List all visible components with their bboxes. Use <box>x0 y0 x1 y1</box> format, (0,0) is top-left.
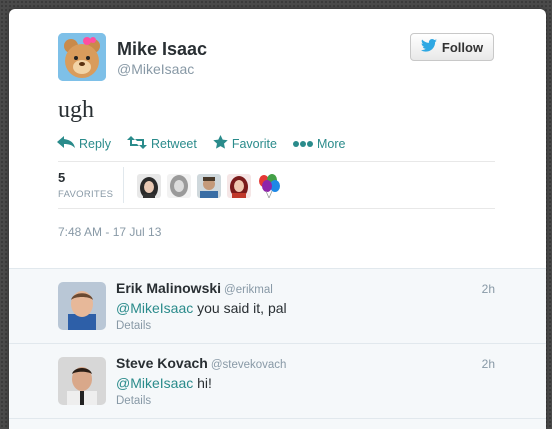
replies-section: Erik Malinowski @erikmal 2h @MikeIsaac yo… <box>9 268 546 429</box>
more-label: More <box>316 136 346 151</box>
divider <box>58 161 495 162</box>
favoriter-avatar[interactable] <box>257 174 281 198</box>
twitter-bird-icon <box>420 39 437 55</box>
reply-item[interactable]: Erik Malinowski @erikmal 2h @MikeIsaac yo… <box>9 269 546 344</box>
retweet-label: Retweet <box>150 136 197 151</box>
favorites-count[interactable]: 5 <box>58 170 65 185</box>
favoriter-avatar[interactable] <box>197 174 221 198</box>
reply-arrow-icon <box>57 136 75 151</box>
divider <box>58 208 495 209</box>
follow-label: Follow <box>441 39 484 55</box>
reply-author-name[interactable]: Steve Kovach <box>116 355 208 371</box>
reply-time[interactable]: 2h <box>482 357 495 371</box>
author-handle[interactable]: @MikeIsaac <box>117 61 194 77</box>
tweet-timestamp: 7:48 AM - 17 Jul 13 <box>58 225 162 239</box>
reply-text: @MikeIsaac hi! <box>116 375 212 391</box>
follow-button[interactable]: Follow <box>410 33 494 61</box>
reply-body: you said it, pal <box>193 300 287 316</box>
reply-author-handle[interactable]: @stevekovach <box>211 359 287 371</box>
reply-author-handle[interactable]: @erikmal <box>224 284 273 296</box>
reply-author[interactable]: Steve Kovach @stevekovach <box>116 355 286 371</box>
reply-action[interactable]: Reply <box>57 135 111 152</box>
author-name[interactable]: Mike Isaac <box>117 39 207 60</box>
retweet-icon <box>126 135 147 152</box>
reply-details-link[interactable]: Details <box>116 320 151 332</box>
stats-separator <box>123 167 124 203</box>
reply-avatar[interactable] <box>58 282 106 330</box>
retweet-action[interactable]: Retweet <box>126 135 197 152</box>
reply-details-link[interactable]: Details <box>116 395 151 407</box>
tweet-text: ugh <box>58 97 94 123</box>
reply-label: Reply <box>79 136 111 151</box>
favoriter-avatars <box>137 174 281 198</box>
favoriter-avatar[interactable] <box>227 174 251 198</box>
favorites-label: FAVORITES <box>58 189 114 200</box>
mention-link[interactable]: @MikeIsaac <box>116 300 193 316</box>
reply-time[interactable]: 2h <box>482 282 495 296</box>
favoriter-avatar[interactable] <box>167 174 191 198</box>
mention-link[interactable]: @MikeIsaac <box>116 375 193 391</box>
favoriter-avatar[interactable] <box>137 174 161 198</box>
more-action[interactable]: More <box>292 135 346 152</box>
star-icon <box>213 135 228 152</box>
more-dots-icon <box>292 137 313 151</box>
reply-author-name[interactable]: Erik Malinowski <box>116 280 221 296</box>
author-avatar[interactable] <box>58 33 106 81</box>
favorite-action[interactable]: Favorite <box>213 135 277 152</box>
reply-author[interactable]: Erik Malinowski @erikmal <box>116 280 273 296</box>
tweet-card: Mike Isaac @MikeIsaac Follow ugh Reply R… <box>9 9 546 429</box>
reply-text: @MikeIsaac you said it, pal <box>116 300 287 316</box>
reply-item[interactable]: Steve Kovach @stevekovach 2h @MikeIsaac h… <box>9 344 546 419</box>
favorite-label: Favorite <box>231 136 277 151</box>
reply-body: hi! <box>193 375 212 391</box>
tweet-actions: Reply Retweet Favorite More <box>57 135 345 152</box>
reply-avatar[interactable] <box>58 357 106 405</box>
